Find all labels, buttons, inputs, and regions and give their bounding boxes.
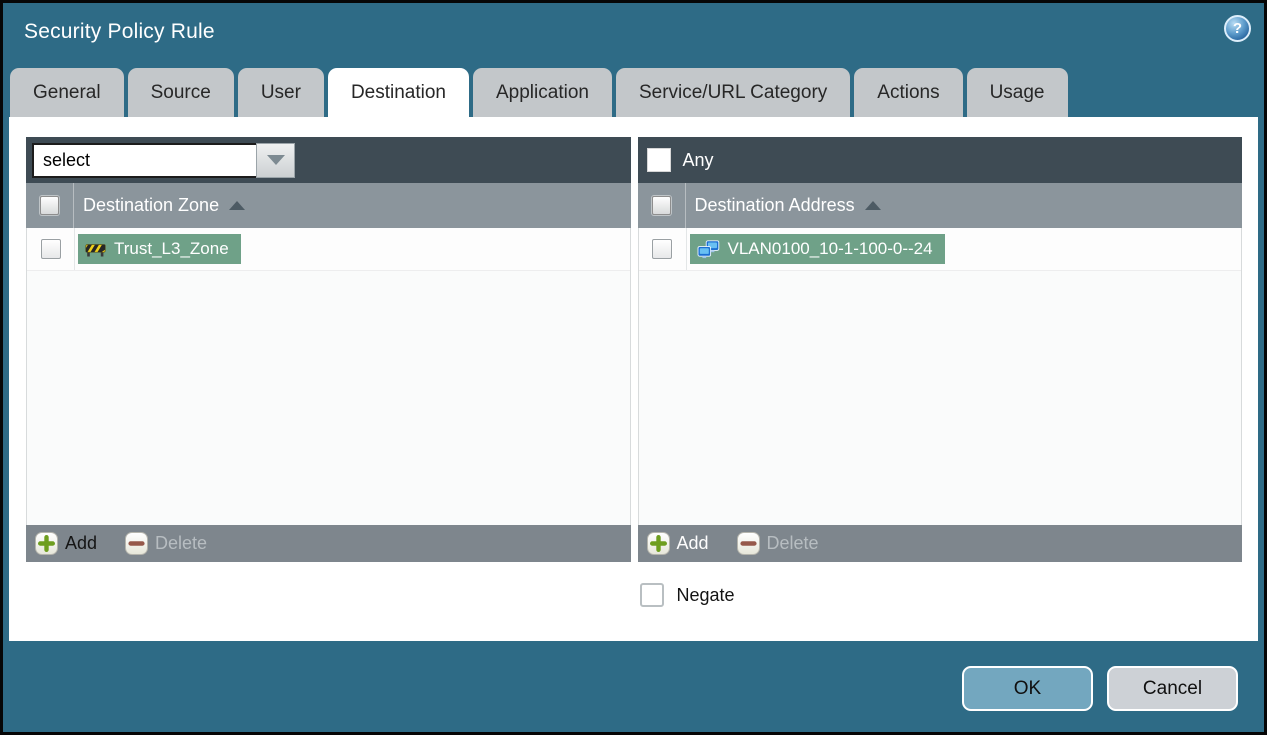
sort-ascending-icon[interactable] <box>864 201 881 210</box>
address-row-checkbox-cell <box>639 228 687 270</box>
zone-select-combobox <box>32 142 295 178</box>
chevron-down-icon <box>266 155 285 165</box>
address-column-header: Destination Address <box>637 183 1242 228</box>
zone-select-input[interactable] <box>32 142 256 178</box>
tab-user[interactable]: User <box>237 68 324 117</box>
address-panel-footer: Add Delete <box>637 525 1242 562</box>
negate-row: Negate <box>639 583 1243 607</box>
zone-delete-label: Delete <box>155 533 208 553</box>
tab-bar: General Source User Destination Applicat… <box>10 68 1068 117</box>
security-policy-rule-dialog: Security Policy Rule ? General Source Us… <box>0 0 1267 735</box>
zone-column-title[interactable]: Destination Zone <box>83 195 219 216</box>
help-icon[interactable]: ? <box>1224 15 1251 42</box>
address-item[interactable]: VLAN0100_10-1-100-0--24 <box>689 234 945 264</box>
negate-label: Negate <box>676 584 735 605</box>
address-select-all-checkbox[interactable] <box>651 196 671 215</box>
tab-service-url-category[interactable]: Service/URL Category <box>615 68 851 117</box>
address-item-label: VLAN0100_10-1-100-0--24 <box>727 239 933 258</box>
add-plus-icon <box>35 532 58 555</box>
address-list: VLAN0100_10-1-100-0--24 <box>637 228 1242 525</box>
address-delete-button[interactable]: Delete <box>736 532 819 555</box>
any-label: Any <box>682 149 714 170</box>
zone-list: Trust_L3_Zone <box>26 228 631 525</box>
any-toolbar: Any <box>637 137 1242 183</box>
add-plus-icon <box>646 532 670 555</box>
ok-button[interactable]: OK <box>962 666 1093 711</box>
destination-tab-content: Destination Zone <box>9 117 1258 641</box>
dialog-title: Security Policy Rule <box>24 20 215 43</box>
destination-zone-panel: Destination Zone <box>26 137 631 562</box>
address-delete-label: Delete <box>766 533 819 553</box>
zone-panel-footer: Add Delete <box>26 525 631 562</box>
address-network-icon <box>697 239 720 259</box>
tab-actions[interactable]: Actions <box>854 68 963 117</box>
cancel-button[interactable]: Cancel <box>1107 666 1238 711</box>
zone-add-label: Add <box>65 533 98 553</box>
address-add-button[interactable]: Add <box>646 532 709 555</box>
tab-destination[interactable]: Destination <box>327 68 469 117</box>
tab-general[interactable]: General <box>10 68 124 117</box>
zone-delete-button[interactable]: Delete <box>125 532 207 555</box>
zone-column-header: Destination Zone <box>26 183 631 228</box>
tab-application[interactable]: Application <box>473 68 612 117</box>
delete-minus-icon <box>125 532 149 555</box>
zone-row-checkbox-cell <box>27 228 75 270</box>
zone-item-label: Trust_L3_Zone <box>114 239 229 258</box>
zone-select-all-checkbox[interactable] <box>40 196 59 215</box>
destination-address-panel: Any Destination Address VLAN0100_10-1-10… <box>637 137 1242 562</box>
any-checkbox[interactable] <box>646 148 671 172</box>
tab-usage[interactable]: Usage <box>966 68 1068 117</box>
zone-row-checkbox[interactable] <box>40 239 61 259</box>
address-column-title[interactable]: Destination Address <box>695 195 855 216</box>
tab-source[interactable]: Source <box>127 68 234 117</box>
zone-item[interactable]: Trust_L3_Zone <box>78 234 241 264</box>
address-row: VLAN0100_10-1-100-0--24 <box>638 228 1241 271</box>
zone-row: Trust_L3_Zone <box>27 228 630 271</box>
zone-add-button[interactable]: Add <box>35 532 97 555</box>
titlebar: Security Policy Rule ? <box>3 3 1264 65</box>
zone-filter-toolbar <box>26 137 631 183</box>
delete-minus-icon <box>736 532 760 555</box>
address-add-label: Add <box>676 533 709 553</box>
sort-ascending-icon[interactable] <box>229 201 246 210</box>
address-row-checkbox[interactable] <box>652 239 672 259</box>
zone-select-dropdown-button[interactable] <box>256 142 295 178</box>
zone-select-all-cell <box>26 183 74 228</box>
negate-checkbox[interactable] <box>639 583 664 607</box>
address-select-all-cell <box>638 183 686 228</box>
dialog-footer: OK Cancel <box>962 666 1238 711</box>
zone-barrier-icon <box>85 241 106 257</box>
